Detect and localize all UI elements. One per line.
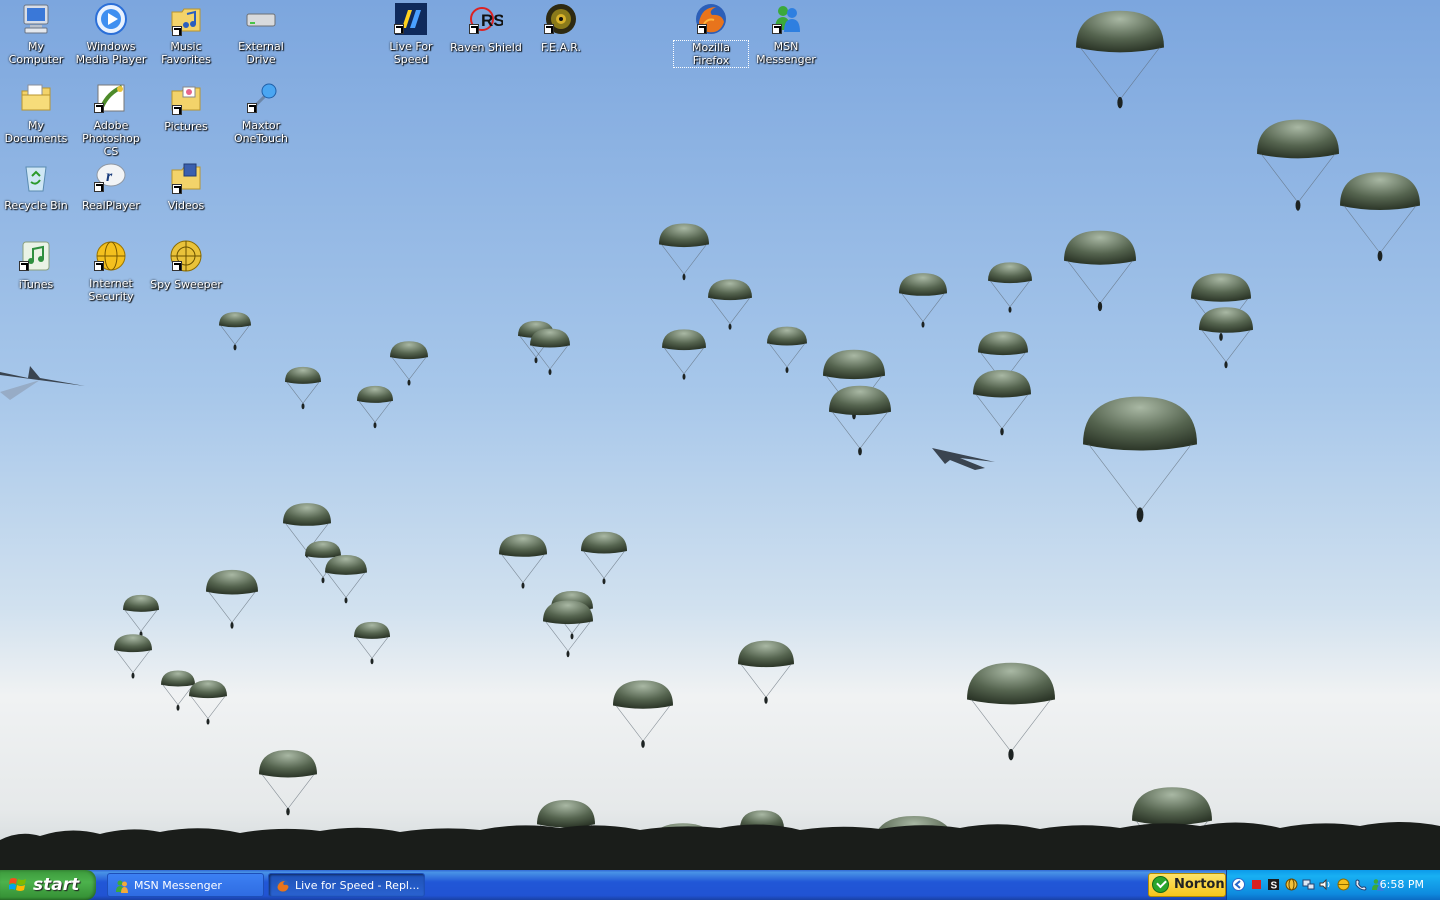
recycle-bin-icon — [25, 166, 47, 192]
desktop-icon-my-computer[interactable]: My Computer — [0, 2, 74, 67]
shortcut-arrow-icon — [394, 24, 404, 34]
drive-icon — [246, 13, 276, 27]
svg-text:r: r — [106, 168, 113, 185]
desktop-icon-msn-messenger[interactable]: MSN Messenger — [748, 2, 824, 67]
desktop-icon-recycle-bin[interactable]: Recycle Bin — [0, 160, 74, 213]
desktop-icon-pictures[interactable]: Pictures — [148, 81, 224, 134]
taskbar-button-live-for-speed[interactable]: Live for Speed - Repl... — [268, 873, 425, 897]
phone-icon[interactable] — [1354, 878, 1367, 891]
desktop-icon-label: Spy Sweeper — [150, 278, 222, 291]
desktop-icon-videos[interactable]: Videos — [148, 160, 224, 213]
shortcut-arrow-icon — [469, 24, 479, 34]
shortcut-arrow-icon — [19, 261, 29, 271]
globe-icon[interactable] — [1285, 878, 1298, 891]
clock[interactable]: 6:58 PM — [1380, 870, 1424, 900]
shortcut-arrow-icon — [94, 182, 104, 192]
desktop-icon-label: Windows Media Player — [75, 40, 147, 66]
desktop-icon-label: Maxtor OneTouch — [234, 119, 288, 145]
firefox-icon — [276, 879, 290, 893]
desktop-icon-itunes[interactable]: iTunes — [0, 239, 74, 292]
desktop-icon-label: iTunes — [18, 278, 54, 291]
taskbar-button-msn-messenger[interactable]: MSN Messenger — [107, 873, 264, 897]
shortcut-arrow-icon — [94, 261, 104, 271]
desktop-icon-windows-media-player[interactable]: Windows Media Player — [73, 2, 149, 67]
desktop-icon-label: Live For Speed — [389, 40, 433, 66]
desktop-icon-label: Music Favorites — [161, 40, 211, 66]
checkmark-icon — [1152, 876, 1169, 893]
system-tray: S 6:58 PM — [1226, 870, 1440, 900]
desktop-icon-live-for-speed[interactable]: Live For Speed — [373, 2, 449, 67]
desktop-icon-label: My Computer — [8, 40, 64, 66]
desktop-icon-spy-sweeper[interactable]: Spy Sweeper — [148, 239, 224, 292]
desktop-icon-label: Pictures — [164, 120, 208, 133]
spyware-alert-icon[interactable] — [1250, 878, 1263, 891]
desktop-icon-external-drive[interactable]: External Drive — [223, 2, 299, 67]
security-s-icon[interactable]: S — [1267, 878, 1280, 891]
desktop-icon-label: Mozilla Firefox — [673, 40, 749, 68]
norton-button[interactable]: Norton — [1148, 873, 1226, 897]
shortcut-arrow-icon — [247, 103, 257, 113]
start-label: start — [33, 875, 80, 895]
desktop-icon-realplayer[interactable]: r RealPlayer — [73, 160, 149, 213]
documents-folder-icon — [21, 84, 51, 111]
norton-label: Norton — [1174, 877, 1225, 892]
taskbar: start MSN Messenger Live for Speed - Rep… — [0, 870, 1440, 900]
shortcut-arrow-icon — [172, 105, 182, 115]
shortcut-arrow-icon — [172, 26, 182, 36]
desktop-icon-raven-shield[interactable]: RS Raven Shield — [448, 2, 524, 55]
desktop-icon-label: External Drive — [238, 40, 284, 66]
desktop-icon-label: My Documents — [4, 119, 68, 145]
shortcut-arrow-icon — [697, 24, 707, 34]
desktop-icon-internet-security[interactable]: Internet Security — [73, 239, 149, 304]
desktop-icon-maxtor-onetouch[interactable]: Maxtor OneTouch — [223, 81, 299, 146]
desktop-icon-adobe-photoshop-cs[interactable]: Adobe Photoshop CS — [73, 81, 149, 159]
volume-icon[interactable] — [1319, 878, 1332, 891]
shortcut-arrow-icon — [544, 24, 554, 34]
desktop-icon-label: MSN Messenger — [756, 40, 816, 66]
internet-security-tray-icon[interactable] — [1337, 878, 1350, 891]
shortcut-arrow-icon — [772, 24, 782, 34]
desktop-icon-label: Adobe Photoshop CS — [82, 119, 140, 158]
shortcut-arrow-icon — [172, 184, 182, 194]
treeline — [0, 822, 1440, 870]
desktop-icon-label: Recycle Bin — [4, 199, 68, 212]
desktop-icon-label: RealPlayer — [82, 199, 140, 212]
media-player-icon — [95, 3, 127, 35]
shortcut-arrow-icon — [94, 103, 104, 113]
desktop-icon-label: Raven Shield — [450, 41, 522, 54]
desktop-icon-my-documents[interactable]: My Documents — [0, 81, 74, 146]
desktop-icon-label: Videos — [167, 199, 205, 212]
desktop-icon-fear[interactable]: F.E.A.R. — [523, 2, 599, 55]
computer-icon — [23, 4, 49, 34]
network-icon[interactable] — [1302, 878, 1315, 891]
task-label: MSN Messenger — [134, 879, 222, 892]
msn-messenger-icon — [116, 880, 128, 893]
raven-shield-badge: RS — [481, 11, 503, 30]
desktop-icon-mozilla-firefox[interactable]: Mozilla Firefox — [673, 2, 749, 68]
start-button[interactable]: start — [0, 870, 96, 900]
desktop-icon-label: F.E.A.R. — [540, 41, 582, 54]
windows-logo-icon — [9, 878, 26, 891]
shortcut-arrow-icon — [172, 261, 182, 271]
desktop-icon-music-favorites[interactable]: Music Favorites — [148, 2, 224, 67]
desktop-icon-label: Internet Security — [88, 277, 134, 303]
svg-text:S: S — [1271, 881, 1278, 892]
show-hidden-icons-icon[interactable] — [1232, 878, 1245, 891]
task-label: Live for Speed - Repl... — [295, 879, 420, 892]
